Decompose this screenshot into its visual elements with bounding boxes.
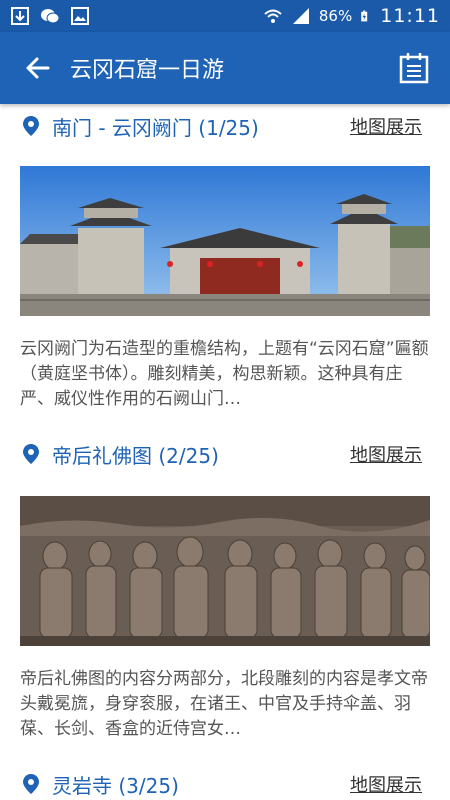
map-link[interactable]: 地图展示 [350,113,422,139]
back-button[interactable] [10,40,66,96]
location-pin-icon [23,116,39,136]
gate-image [20,166,430,316]
map-link[interactable]: 地图展示 [350,771,422,797]
map-link[interactable]: 地图展示 [350,441,422,467]
app-bar: 云冈石窟一日游 [0,32,450,104]
list-item-header[interactable]: 帝后礼佛图 (2/25) 地图展示 [0,434,450,474]
spot-photo[interactable] [20,166,430,316]
calendar-button[interactable] [390,44,438,92]
wechat-icon [41,9,60,24]
spot-list[interactable]: 南门 - 云冈阙门 (1/25) 地图展示 云冈阙门为石造型的重檐结构，上题有“… [0,104,450,800]
notification-icons [10,6,90,26]
system-status: 86% 11:11 [263,5,440,27]
arrow-left-icon [26,57,50,79]
calendar-icon [399,53,429,84]
location-pin-icon [23,444,39,464]
list-item-header[interactable]: 南门 - 云冈阙门 (1/25) 地图展示 [0,106,450,146]
wifi-icon [264,9,282,23]
item-description: 云冈阙门为石造型的重檐结构，上题有“云冈石窟”匾额（黄庭坚书体）。雕刻精美，构思… [20,339,429,409]
item-title[interactable]: 南门 - 云冈阙门 (1/25) [52,112,350,141]
page-title: 云冈石窟一日游 [70,58,225,83]
download-icon [11,7,29,25]
clock: 11:11 [380,5,440,27]
item-title[interactable]: 帝后礼佛图 (2/25) [52,440,350,469]
image-icon [71,7,89,25]
spot-photo[interactable] [20,496,430,646]
location-pin-icon [23,774,39,794]
battery-charging-icon [361,10,368,22]
list-item-header[interactable]: 灵岩寺 (3/25) 地图展示 [0,764,450,800]
item-title[interactable]: 灵岩寺 (3/25) [52,770,350,799]
item-description: 帝后礼佛图的内容分两部分，北段雕刻的内容是孝文帝头戴冕旒，身穿衮服，在诸王、中官… [20,669,428,739]
relief-image [20,496,430,646]
status-bar: 86% 11:11 [0,0,450,32]
signal-icon [292,8,309,24]
battery-percent: 86% [318,7,353,25]
